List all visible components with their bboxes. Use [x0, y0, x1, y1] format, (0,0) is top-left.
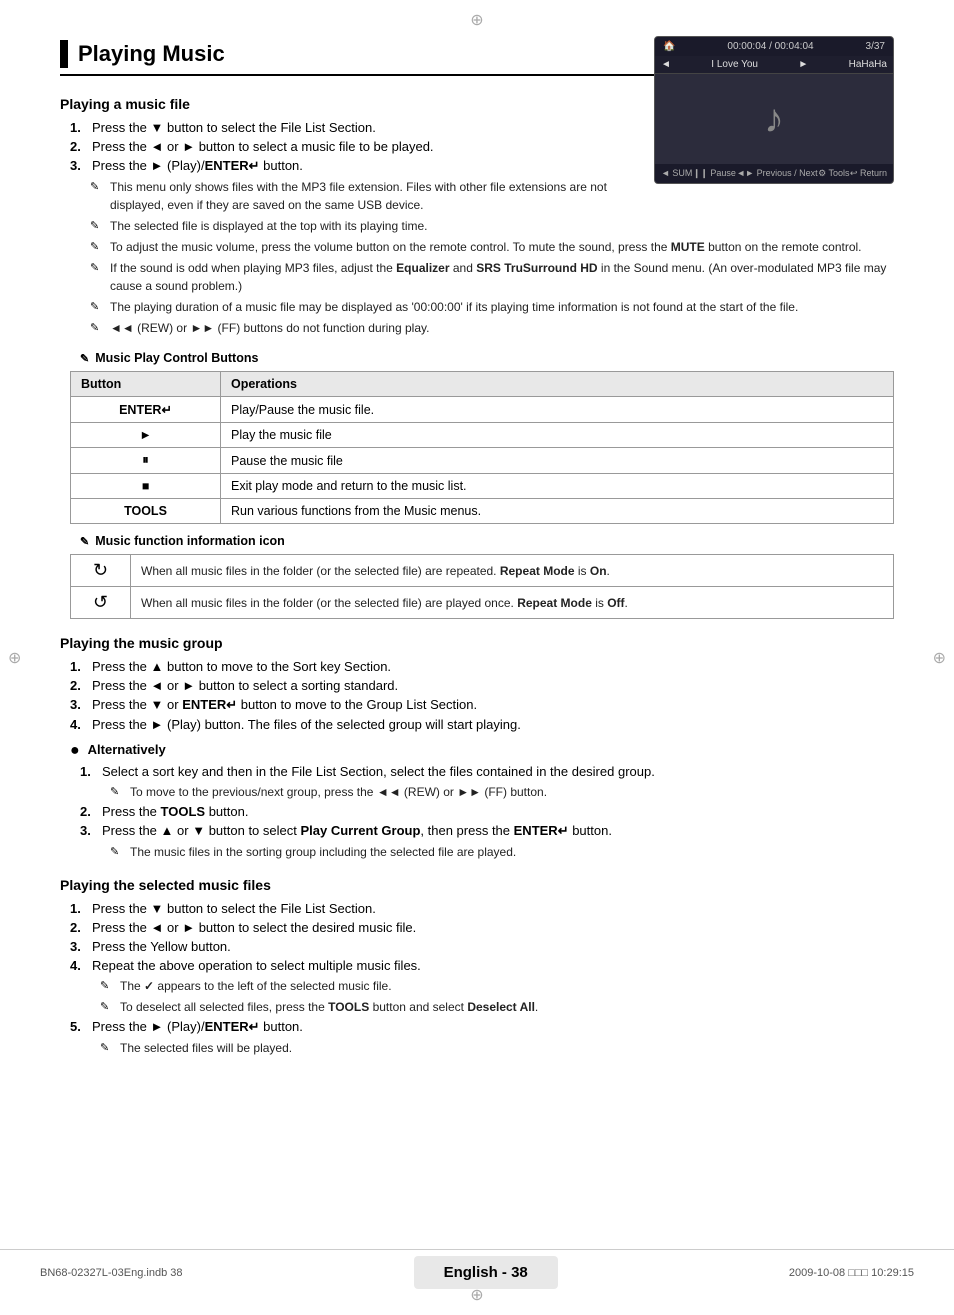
page-footer: BN68-02327L-03Eng.indb 38 English - 38 2…	[0, 1249, 954, 1295]
group-step-3: 3. Press the ▼ or ENTER↵ button to move …	[70, 697, 894, 713]
step-2: 2. Press the ◄ or ► button to select a m…	[70, 139, 634, 154]
sel-step-4: 4. Repeat the above operation to select …	[70, 958, 894, 973]
table-row: ■ Exit play mode and return to the music…	[71, 474, 894, 499]
alternatively-steps: 1. Select a sort key and then in the Fil…	[80, 764, 894, 779]
note-1: ✎ This menu only shows files with the MP…	[90, 178, 634, 214]
music-icon-table: ↻ When all music files in the folder (or…	[70, 554, 894, 619]
screenshot-artist: HaHaHa	[849, 59, 887, 70]
table-row: ⏸ Pause the music file	[71, 448, 894, 474]
step-1: 1. Press the ▼ button to select the File…	[70, 120, 634, 135]
alt-note-1: ✎ To move to the previous/next group, pr…	[110, 783, 894, 801]
screenshot-sum: ◄ SUM	[661, 168, 692, 179]
screenshot-song-title: I Love You	[711, 59, 758, 70]
table-row: TOOLS Run various functions from the Mus…	[71, 499, 894, 524]
header-accent-bar	[60, 40, 68, 68]
page-title: Playing Music	[78, 41, 225, 67]
music-note-icon: ♪	[764, 97, 784, 142]
sel-note-4a: ✎ The ✓ appears to the left of the selec…	[100, 977, 894, 995]
alternatively-label: Alternatively	[88, 742, 166, 760]
left-crosshair-icon: ⊕	[8, 648, 21, 668]
section-playing-selected-title: Playing the selected music files	[60, 877, 894, 893]
note-2: ✎ The selected file is displayed at the …	[90, 217, 894, 235]
sel-step-5: 5. Press the ► (Play)/ENTER↵ button.	[70, 1019, 894, 1035]
sel-note-5a: ✎ The selected files will be played.	[100, 1039, 894, 1057]
screenshot-page: 3/37	[866, 41, 885, 52]
sel-note-5: ✎ The selected files will be played.	[100, 1039, 894, 1057]
screenshot-time: 00:00:04 / 00:04:04	[727, 41, 813, 52]
sel-step-2: 2. Press the ◄ or ► button to select the…	[70, 920, 894, 935]
alt-step-1: 1. Select a sort key and then in the Fil…	[80, 764, 894, 779]
page-number: English - 38	[444, 1264, 528, 1281]
music-icon-table-header: ✎ Music function information icon	[80, 534, 894, 548]
screenshot-prev-next: ◄► Previous / Next	[736, 168, 817, 179]
alt-note-item-2: ✎ The music files in the sorting group i…	[110, 843, 894, 861]
playing-file-notes: ✎ This menu only shows files with the MP…	[90, 178, 894, 337]
table-row: ENTER↵ Play/Pause the music file.	[71, 397, 894, 423]
screenshot-pause: ❙❙ Pause	[693, 168, 736, 179]
page-number-box: English - 38	[414, 1256, 558, 1289]
screenshot-return: ↩ Return	[850, 168, 887, 179]
group-step-4: 4. Press the ► (Play) button. The files …	[70, 717, 894, 732]
music-control-table: Button Operations ENTER↵ Play/Pause the …	[70, 371, 894, 524]
alt-note-2: ✎ The music files in the sorting group i…	[110, 843, 894, 861]
alt-steps-2-3: 2. Press the TOOLS button. 3. Press the …	[80, 804, 894, 839]
col-operations-header: Operations	[221, 372, 894, 397]
section-playing-group-title: Playing the music group	[60, 635, 894, 651]
screenshot-next-btn: ►	[798, 59, 808, 70]
sel-step-5-list: 5. Press the ► (Play)/ENTER↵ button.	[70, 1019, 894, 1035]
screenshot-prev-btn: ◄	[661, 59, 671, 70]
note-6: ✎ ◄◄ (REW) or ►► (FF) buttons do not fun…	[90, 319, 894, 337]
playing-selected-steps: 1. Press the ▼ button to select the File…	[70, 901, 894, 973]
col-button-header: Button	[71, 372, 221, 397]
alt-note-item-1: ✎ To move to the previous/next group, pr…	[110, 783, 894, 801]
sel-note-4b: ✎ To deselect all selected files, press …	[100, 998, 894, 1016]
alt-step-3: 3. Press the ▲ or ▼ button to select Pla…	[80, 823, 894, 839]
alternatively-header: ● Alternatively	[70, 742, 894, 760]
music-control-table-header: ✎ Music Play Control Buttons	[80, 351, 894, 365]
note-3: ✎ To adjust the music volume, press the …	[90, 238, 894, 256]
alt-step-2: 2. Press the TOOLS button.	[80, 804, 894, 819]
step-3: 3. Press the ► (Play)/ENTER↵ button.	[70, 158, 634, 174]
screenshot-tools: ⚙ Tools	[818, 168, 849, 179]
footer-date-info: 2009-10-08 □□□ 10:29:15	[789, 1267, 914, 1279]
sel-notes-4: ✎ The ✓ appears to the left of the selec…	[100, 977, 894, 1016]
group-step-1: 1. Press the ▲ button to move to the Sor…	[70, 659, 894, 674]
table-row: ↻ When all music files in the folder (or…	[71, 555, 894, 587]
footer-file-info: BN68-02327L-03Eng.indb 38	[40, 1267, 183, 1279]
table-row: ► Play the music file	[71, 423, 894, 448]
group-step-2: 2. Press the ◄ or ► button to select a s…	[70, 678, 894, 693]
note-5: ✎ The playing duration of a music file m…	[90, 298, 894, 316]
screenshot-mockup: 🏠 00:00:04 / 00:04:04 3/37 ◄ I Love You …	[654, 36, 894, 184]
note-4: ✎ If the sound is odd when playing MP3 f…	[90, 259, 894, 295]
table-row: ↺ When all music files in the folder (or…	[71, 587, 894, 619]
top-crosshair-icon: ⊕	[470, 10, 483, 30]
sel-step-3: 3. Press the Yellow button.	[70, 939, 894, 954]
right-crosshair-icon: ⊕	[933, 648, 946, 668]
screenshot-home-icon: 🏠	[663, 41, 675, 52]
sel-step-1: 1. Press the ▼ button to select the File…	[70, 901, 894, 916]
playing-group-steps: 1. Press the ▲ button to move to the Sor…	[70, 659, 894, 732]
